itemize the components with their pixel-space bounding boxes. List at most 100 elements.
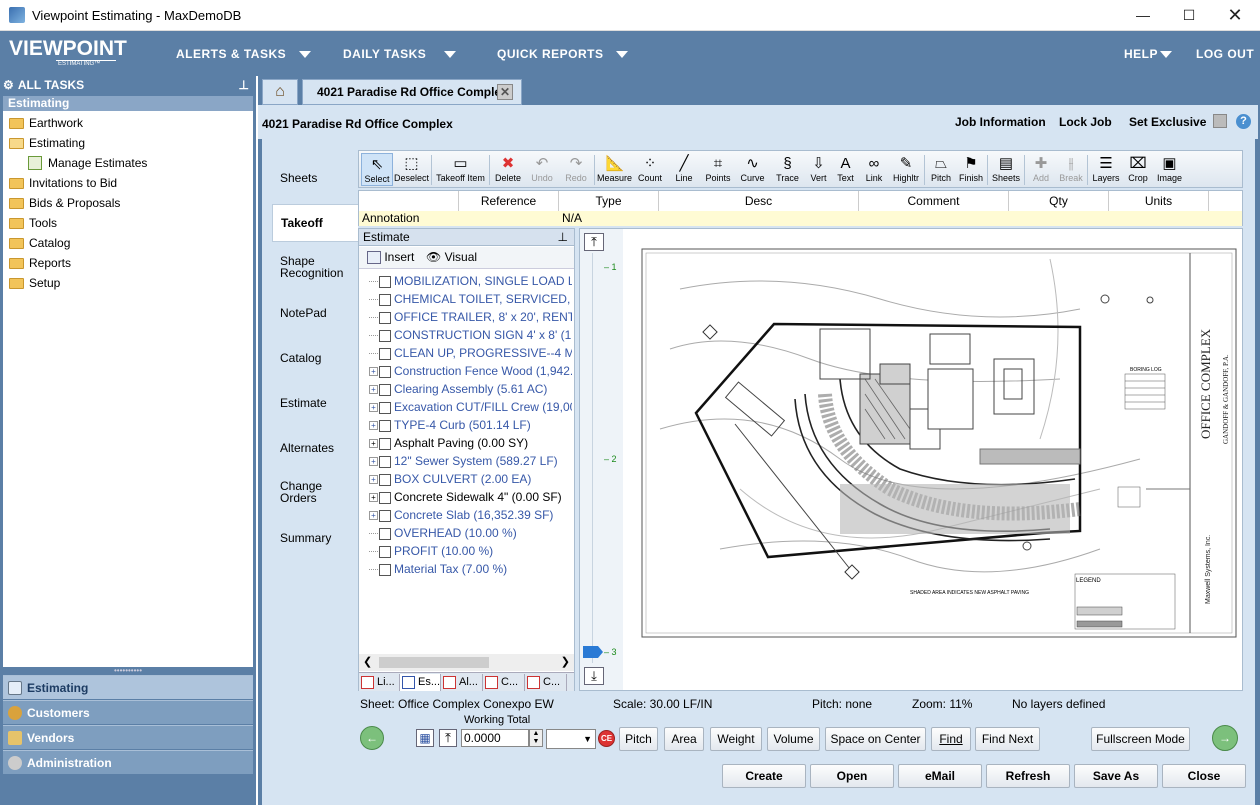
home-tab[interactable]: ⌂ <box>262 79 298 105</box>
bottom-nav-administration[interactable]: Administration <box>3 750 253 774</box>
tree-item-bids-proposals[interactable]: Bids & Proposals <box>9 194 120 212</box>
expand-icon[interactable]: + <box>369 421 378 431</box>
list-item[interactable]: OFFICE TRAILER, 8' x 20', RENTAL <box>369 308 572 326</box>
list-item[interactable]: CLEAN UP, PROGRESSIVE--4 MAN <box>369 344 572 362</box>
nav-daily-tasks[interactable]: DAILY TASKS <box>343 47 426 61</box>
weight-button[interactable]: Weight <box>710 727 762 751</box>
tree-item-reports[interactable]: Reports <box>9 254 71 272</box>
nav-quick-reports[interactable]: QUICK REPORTS <box>497 47 604 61</box>
save-as-button[interactable]: Save As <box>1074 764 1158 788</box>
item-checkbox[interactable] <box>379 491 391 504</box>
grid-header-comment[interactable]: Comment <box>859 191 1009 211</box>
list-item[interactable]: +12" Sewer System (589.27 LF) <box>369 452 572 470</box>
expand-icon[interactable]: + <box>369 457 378 467</box>
fullscreen-mode-button[interactable]: Fullscreen Mode <box>1091 727 1190 751</box>
tree-item-setup[interactable]: Setup <box>9 274 60 292</box>
list-item[interactable]: PROFIT (10.00 %) <box>369 542 572 560</box>
toolbar-break-button[interactable]: ⫲ Break <box>1056 153 1086 186</box>
tab-sheets[interactable]: Sheets <box>272 171 358 185</box>
toolbar-measure-button[interactable]: 📐 Measure <box>596 153 633 186</box>
panel-splitter[interactable]: •••••••••• <box>3 667 253 675</box>
scroll-left-icon[interactable]: ❮ <box>363 655 372 668</box>
expand-icon[interactable]: + <box>369 511 378 521</box>
list-item[interactable]: OVERHEAD (10.00 %) <box>369 524 572 542</box>
grid-header-reference[interactable]: Reference <box>459 191 559 211</box>
toolbar-deselect-button[interactable]: ⬚ Deselect <box>393 153 430 186</box>
space-on-center-button[interactable]: Space on Center <box>825 727 926 751</box>
grid-header-type[interactable]: Type <box>559 191 659 211</box>
toolbar-undo-button[interactable]: ↶ Undo <box>525 153 559 186</box>
item-checkbox[interactable] <box>379 419 391 432</box>
item-checkbox[interactable] <box>379 437 391 450</box>
toolbar-add-button[interactable]: ✚ Add <box>1026 153 1056 186</box>
bottom-nav-estimating[interactable]: Estimating <box>3 675 253 699</box>
toolbar-text-button[interactable]: A Text <box>832 153 859 186</box>
toolbar-points-button[interactable]: ⌗ Points <box>701 153 735 186</box>
chevron-down-icon[interactable] <box>1160 51 1172 58</box>
bottom-tab[interactable]: Al... <box>441 674 483 691</box>
list-item[interactable]: + Clearing Assembly (5.61 AC) <box>369 380 572 398</box>
toolbar-redo-button[interactable]: ↷ Redo <box>559 153 593 186</box>
list-item[interactable]: + TYPE-4 Curb (501.14 LF) <box>369 416 572 434</box>
chevron-down-icon[interactable] <box>299 51 311 58</box>
item-checkbox[interactable] <box>379 563 391 576</box>
tree-item-tools[interactable]: Tools <box>9 214 57 232</box>
list-item[interactable]: + Excavation CUT/FILL Crew (19,000 <box>369 398 572 416</box>
toolbar-layers-button[interactable]: ☰ Layers <box>1089 153 1123 186</box>
job-information-link[interactable]: Job Information <box>955 115 1046 129</box>
toolbar-sheets-button[interactable]: ▤ Sheets <box>989 153 1023 186</box>
item-checkbox[interactable] <box>379 401 391 414</box>
expand-icon[interactable]: + <box>369 367 378 377</box>
toolbar-curve-button[interactable]: ∿ Curve <box>735 153 770 186</box>
chevron-down-icon[interactable] <box>616 51 628 58</box>
scroll-right-icon[interactable]: ❯ <box>561 655 570 668</box>
toolbar-count-button[interactable]: ⁘ Count <box>633 153 667 186</box>
tree-item-catalog[interactable]: Catalog <box>9 234 70 252</box>
scroll-thumb[interactable] <box>379 657 489 668</box>
lock-job-link[interactable]: Lock Job <box>1059 115 1112 129</box>
volume-button[interactable]: Volume <box>767 727 820 751</box>
bottom-nav-vendors[interactable]: Vendors <box>3 725 253 749</box>
toolbar-line-button[interactable]: ╱ Line <box>667 153 701 186</box>
item-checkbox[interactable] <box>379 311 391 324</box>
toolbar-crop-button[interactable]: ⌧ Crop <box>1123 153 1153 186</box>
expand-icon[interactable]: + <box>369 475 378 485</box>
help-icon[interactable]: ? <box>1236 114 1251 129</box>
tree-item-manage-estimates[interactable]: Manage Estimates <box>28 154 147 172</box>
grid-header-units[interactable]: Units <box>1109 191 1209 211</box>
close-button[interactable]: Close <box>1162 764 1246 788</box>
grid-header-qty[interactable]: Qty <box>1009 191 1109 211</box>
item-checkbox[interactable] <box>379 347 391 360</box>
scroll-bottom-icon[interactable]: ⤓ <box>584 667 604 685</box>
bottom-tab[interactable]: Li... <box>359 674 400 691</box>
item-checkbox[interactable] <box>379 365 391 378</box>
toolbar-pitch-button[interactable]: ⏢ Pitch <box>926 153 956 186</box>
insert-button[interactable]: Insert <box>367 250 414 265</box>
expand-icon[interactable]: + <box>369 493 378 503</box>
toolbar-link-button[interactable]: ∞ Link <box>859 153 889 186</box>
print-icon[interactable] <box>1213 114 1227 128</box>
job-tab[interactable]: 4021 Paradise Rd Office Complex ✕ <box>302 79 522 105</box>
item-checkbox[interactable] <box>379 473 391 486</box>
create-button[interactable]: Create <box>722 764 806 788</box>
next-arrow-icon[interactable]: → <box>1212 725 1238 751</box>
tab-takeoff[interactable]: Takeoff <box>272 204 358 242</box>
bottom-nav-customers[interactable]: Customers <box>3 700 253 724</box>
tree-item-estimating[interactable]: Estimating <box>9 134 85 152</box>
tab-notepad[interactable]: NotePad <box>272 306 358 320</box>
tab-estimate[interactable]: Estimate <box>272 396 358 410</box>
item-checkbox[interactable] <box>379 509 391 522</box>
find-next-button[interactable]: Find Next <box>975 727 1040 751</box>
area-button[interactable]: Area <box>664 727 704 751</box>
set-exclusive-link[interactable]: Set Exclusive <box>1129 115 1206 129</box>
item-checkbox[interactable] <box>379 545 391 558</box>
toolbar-highltr-button[interactable]: ✎ Highltr <box>889 153 923 186</box>
open-button[interactable]: Open <box>810 764 894 788</box>
grid-header-desc[interactable]: Desc <box>659 191 859 211</box>
tree-item-invitations[interactable]: Invitations to Bid <box>9 174 117 192</box>
list-item[interactable]: + Construction Fence Wood (1,942. <box>369 362 572 380</box>
tab-alternates[interactable]: Alternates <box>272 441 358 455</box>
previous-arrow-icon[interactable]: ← <box>360 726 384 750</box>
nav-help[interactable]: HELP <box>1124 47 1158 61</box>
spinner-stepper[interactable]: ▲ ▼ <box>529 729 543 747</box>
